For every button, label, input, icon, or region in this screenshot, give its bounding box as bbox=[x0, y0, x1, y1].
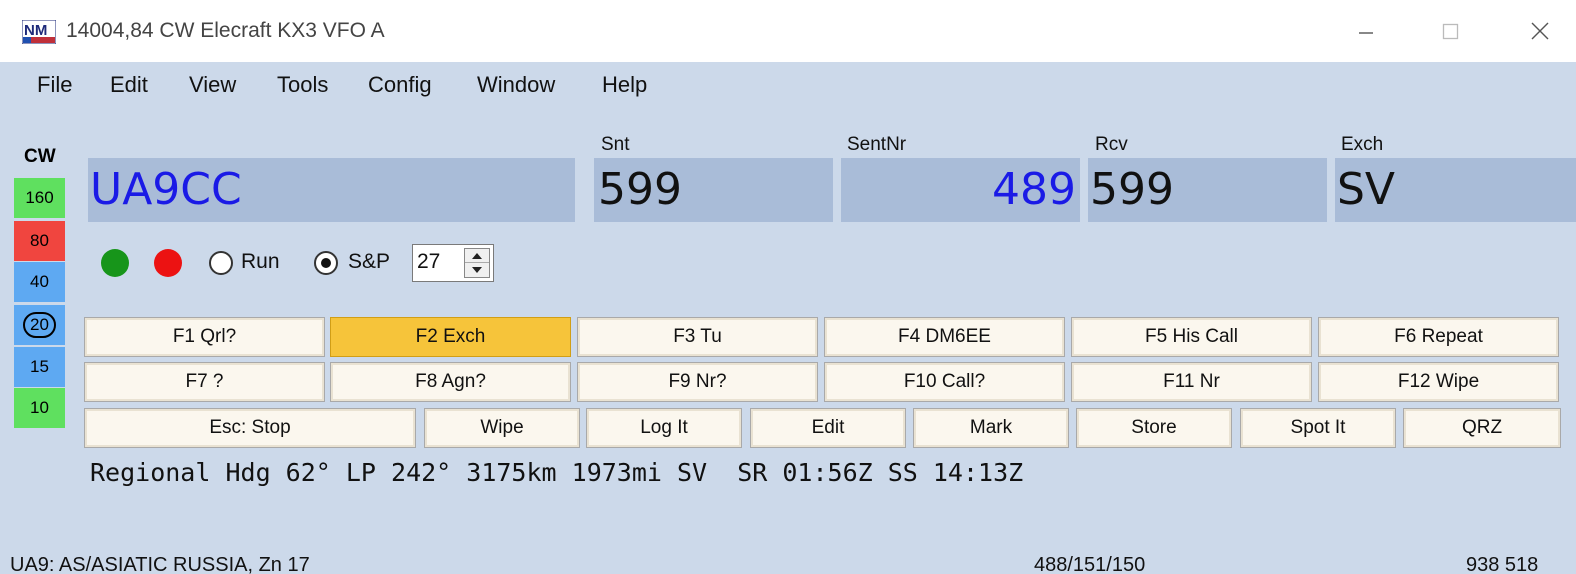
radio-selected-dot bbox=[321, 258, 331, 268]
rcv-field[interactable]: 599 bbox=[1088, 158, 1327, 222]
sentnr-field[interactable]: 489 bbox=[841, 158, 1080, 222]
fkey-f3-button[interactable]: F3 Tu bbox=[577, 317, 818, 357]
run-label[interactable]: Run bbox=[241, 250, 280, 274]
snt-field[interactable]: 599 bbox=[594, 158, 833, 222]
sp-label[interactable]: S&P bbox=[348, 250, 390, 274]
log-it-button[interactable]: Log It bbox=[586, 408, 742, 448]
fkey-f1-button[interactable]: F1 Qrl? bbox=[84, 317, 325, 357]
fkey-f8-button[interactable]: F8 Agn? bbox=[330, 362, 571, 402]
svg-text:NM: NM bbox=[24, 22, 47, 39]
menu-edit[interactable]: Edit bbox=[110, 72, 148, 98]
maximize-icon bbox=[1442, 23, 1459, 40]
title-bar: NM 14004,84 CW Elecraft KX3 VFO A bbox=[0, 0, 1576, 62]
spin-box[interactable]: 27 bbox=[412, 244, 494, 282]
fkey-f5-button[interactable]: F5 His Call bbox=[1071, 317, 1312, 357]
status-led-green bbox=[101, 249, 129, 277]
menu-window[interactable]: Window bbox=[477, 72, 555, 98]
band-10-button[interactable]: 10 bbox=[14, 388, 65, 428]
callsign-field[interactable]: UA9CC bbox=[88, 158, 575, 222]
edit-button[interactable]: Edit bbox=[750, 408, 906, 448]
status-led-red bbox=[154, 249, 182, 277]
menu-help[interactable]: Help bbox=[602, 72, 647, 98]
esc-stop-button[interactable]: Esc: Stop bbox=[84, 408, 416, 448]
app-logo-icon: NM bbox=[22, 20, 56, 44]
band-80-button[interactable]: 80 bbox=[14, 221, 65, 261]
sentnr-label: SentNr bbox=[847, 134, 907, 155]
fkey-f10-button[interactable]: F10 Call? bbox=[824, 362, 1065, 402]
fkey-f12-button[interactable]: F12 Wipe bbox=[1318, 362, 1559, 402]
fkey-f2-button[interactable]: F2 Exch bbox=[330, 317, 571, 357]
fkey-f9-button[interactable]: F9 Nr? bbox=[577, 362, 818, 402]
band-160-button[interactable]: 160 bbox=[14, 178, 65, 218]
arrow-up-icon bbox=[472, 252, 482, 259]
menu-config[interactable]: Config bbox=[368, 72, 432, 98]
band-label: 40 bbox=[30, 272, 49, 291]
wipe-button[interactable]: Wipe bbox=[424, 408, 580, 448]
status-counts: 488/151/150 bbox=[1034, 554, 1146, 574]
band-label: 80 bbox=[30, 231, 49, 250]
fkey-f7-button[interactable]: F7 ? bbox=[84, 362, 325, 402]
band-15-button[interactable]: 15 bbox=[14, 347, 65, 387]
spin-down-button[interactable] bbox=[465, 263, 489, 277]
menu-file[interactable]: File bbox=[37, 72, 72, 98]
window-title: 14004,84 CW Elecraft KX3 VFO A bbox=[66, 19, 385, 42]
band-label: 20 bbox=[23, 312, 56, 338]
band-40-button[interactable]: 40 bbox=[14, 262, 65, 302]
menu-tools[interactable]: Tools bbox=[277, 72, 328, 98]
status-country: UA9: AS/ASIATIC RUSSIA, Zn 17 bbox=[10, 554, 310, 574]
close-icon bbox=[1531, 22, 1549, 40]
sp-radio[interactable] bbox=[314, 251, 338, 275]
store-button[interactable]: Store bbox=[1076, 408, 1232, 448]
spin-up-button[interactable] bbox=[465, 249, 489, 263]
main-panel: File Edit View Tools Config Window Help … bbox=[0, 62, 1576, 574]
fkey-f6-button[interactable]: F6 Repeat bbox=[1318, 317, 1559, 357]
status-score: 938 518 bbox=[1466, 554, 1539, 574]
qrz-button[interactable]: QRZ bbox=[1403, 408, 1561, 448]
fkey-f4-button[interactable]: F4 DM6EE bbox=[824, 317, 1065, 357]
fkey-f11-button[interactable]: F11 Nr bbox=[1071, 362, 1312, 402]
minimize-icon bbox=[1359, 32, 1373, 34]
exch-field[interactable]: SV bbox=[1335, 158, 1576, 222]
mark-button[interactable]: Mark bbox=[913, 408, 1069, 448]
arrow-down-icon bbox=[472, 267, 482, 273]
rcv-label: Rcv bbox=[1095, 134, 1128, 155]
mode-label: CW bbox=[24, 146, 56, 167]
callsign-value: UA9CC bbox=[90, 164, 242, 215]
maximize-button[interactable] bbox=[1428, 12, 1472, 50]
band-label: 10 bbox=[30, 398, 49, 417]
run-radio[interactable] bbox=[209, 251, 233, 275]
menu-view[interactable]: View bbox=[189, 72, 236, 98]
band-20-button[interactable]: 20 bbox=[14, 305, 65, 345]
spot-it-button[interactable]: Spot It bbox=[1240, 408, 1396, 448]
spin-buttons bbox=[464, 248, 490, 278]
menu-bar: File Edit View Tools Config Window Help bbox=[0, 62, 1576, 108]
close-button[interactable] bbox=[1518, 12, 1562, 50]
band-label: 160 bbox=[25, 188, 54, 207]
band-label: 15 bbox=[30, 357, 49, 376]
info-line: Regional Hdg 62° LP 242° 3175km 1973mi S… bbox=[90, 458, 1024, 487]
snt-label: Snt bbox=[601, 134, 630, 155]
spin-value: 27 bbox=[417, 250, 441, 273]
minimize-button[interactable] bbox=[1344, 12, 1388, 50]
exch-label: Exch bbox=[1341, 134, 1384, 155]
